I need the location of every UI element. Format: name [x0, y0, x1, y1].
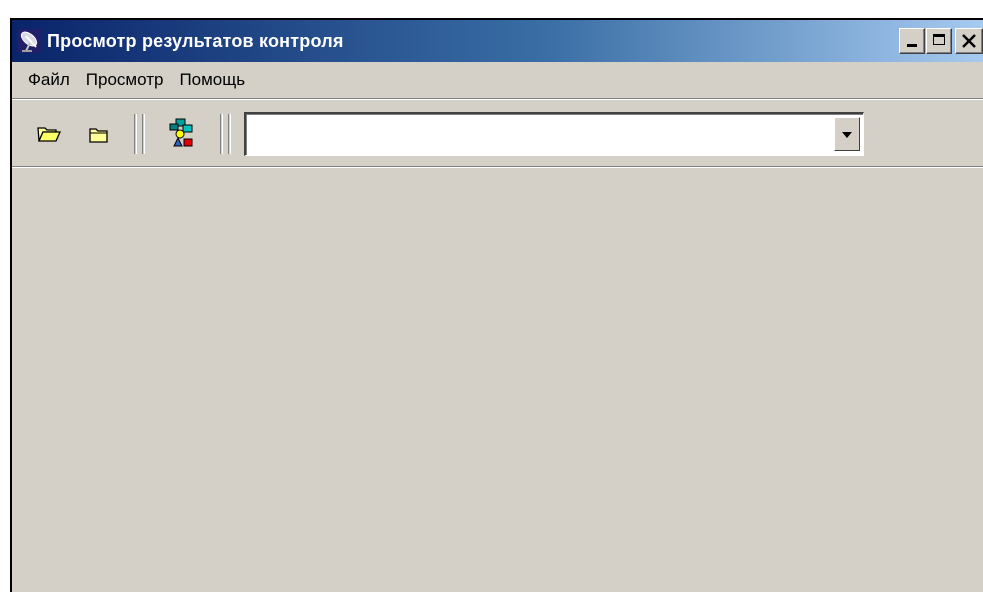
folder-button[interactable] — [86, 122, 112, 146]
toolbar-separator — [220, 114, 223, 154]
minimize-button[interactable] — [899, 28, 925, 54]
open-folder-icon — [37, 127, 62, 142]
network-icon — [169, 118, 193, 147]
menu-view[interactable]: Просмотр — [78, 70, 172, 90]
network-button[interactable] — [168, 118, 194, 147]
toolbar — [12, 102, 983, 167]
toolbar-separator — [228, 114, 231, 154]
menu-help[interactable]: Помощь — [171, 70, 253, 90]
close-icon — [962, 34, 976, 48]
toolbar-separator — [134, 114, 137, 154]
title-bar[interactable]: Просмотр результатов контроля — [12, 20, 983, 62]
main-window: Просмотр результатов контроля Файл Просм… — [10, 18, 983, 592]
window-title: Просмотр результатов контроля — [47, 30, 344, 51]
open-button[interactable] — [36, 122, 62, 146]
result-select[interactable] — [244, 112, 864, 156]
folder-icon — [89, 128, 108, 143]
client-area — [12, 168, 983, 592]
window-controls — [898, 28, 983, 54]
menu-file[interactable]: Файл — [20, 70, 78, 90]
menu-bar: Файл Просмотр Помощь — [12, 62, 983, 99]
maximize-button[interactable] — [926, 28, 952, 54]
toolbar-separator — [142, 114, 145, 154]
dropdown-button[interactable] — [834, 117, 860, 151]
satellite-dish-icon — [18, 29, 42, 53]
close-button[interactable] — [955, 28, 983, 54]
